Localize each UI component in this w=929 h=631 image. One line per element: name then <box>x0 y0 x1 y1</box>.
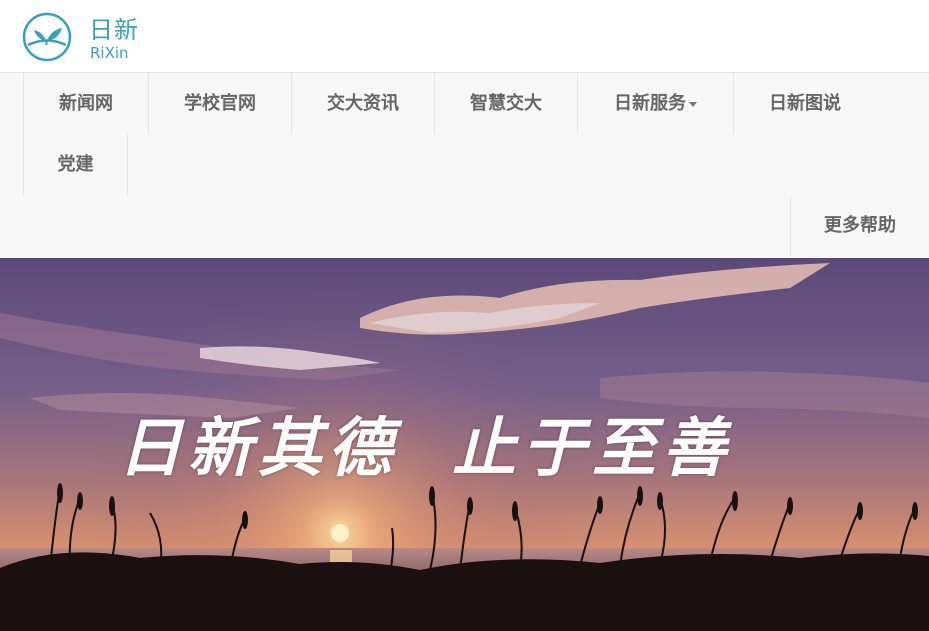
nav-item-news[interactable]: 新闻网 <box>23 73 148 134</box>
main-navigation: 新闻网 学校官网 交大资讯 智慧交大 日新服务 日新图说 党建 更多帮助 <box>0 73 929 258</box>
nav-item-smart-xjtu[interactable]: 智慧交大 <box>434 73 577 134</box>
nav-item-label: 党建 <box>57 154 94 175</box>
slogan-left: 日新其德 <box>118 411 398 486</box>
dropdown-caret-icon <box>689 101 697 107</box>
brand-name[interactable]: 日新 <box>89 16 139 44</box>
nav-item-label: 交大资讯 <box>327 93 399 114</box>
nav-item-rixin-services[interactable]: 日新服务 <box>577 73 733 134</box>
nav-item-label: 更多帮助 <box>824 215 896 236</box>
brand-name-english[interactable]: RiXin <box>90 44 129 62</box>
nav-item-label: 日新服务 <box>614 93 686 114</box>
nav-item-label: 新闻网 <box>59 93 113 114</box>
nav-item-school-site[interactable]: 学校官网 <box>148 73 291 134</box>
rixin-logo-icon[interactable] <box>22 12 72 62</box>
nav-item-rixin-gallery[interactable]: 日新图说 <box>733 73 876 134</box>
slogan-right: 止于至善 <box>452 411 732 486</box>
nav-item-label: 日新图说 <box>769 93 841 114</box>
nav-item-xjtu-info[interactable]: 交大资讯 <box>291 73 434 134</box>
nav-item-more-help[interactable]: 更多帮助 <box>790 195 929 256</box>
banner-slogan: 日新其德 止于至善 <box>118 404 828 494</box>
site-header: 日新 RiXin <box>0 0 929 73</box>
nav-item-label: 智慧交大 <box>470 93 542 114</box>
nav-item-label: 学校官网 <box>184 93 256 114</box>
nav-item-party-building[interactable]: 党建 <box>23 134 128 195</box>
